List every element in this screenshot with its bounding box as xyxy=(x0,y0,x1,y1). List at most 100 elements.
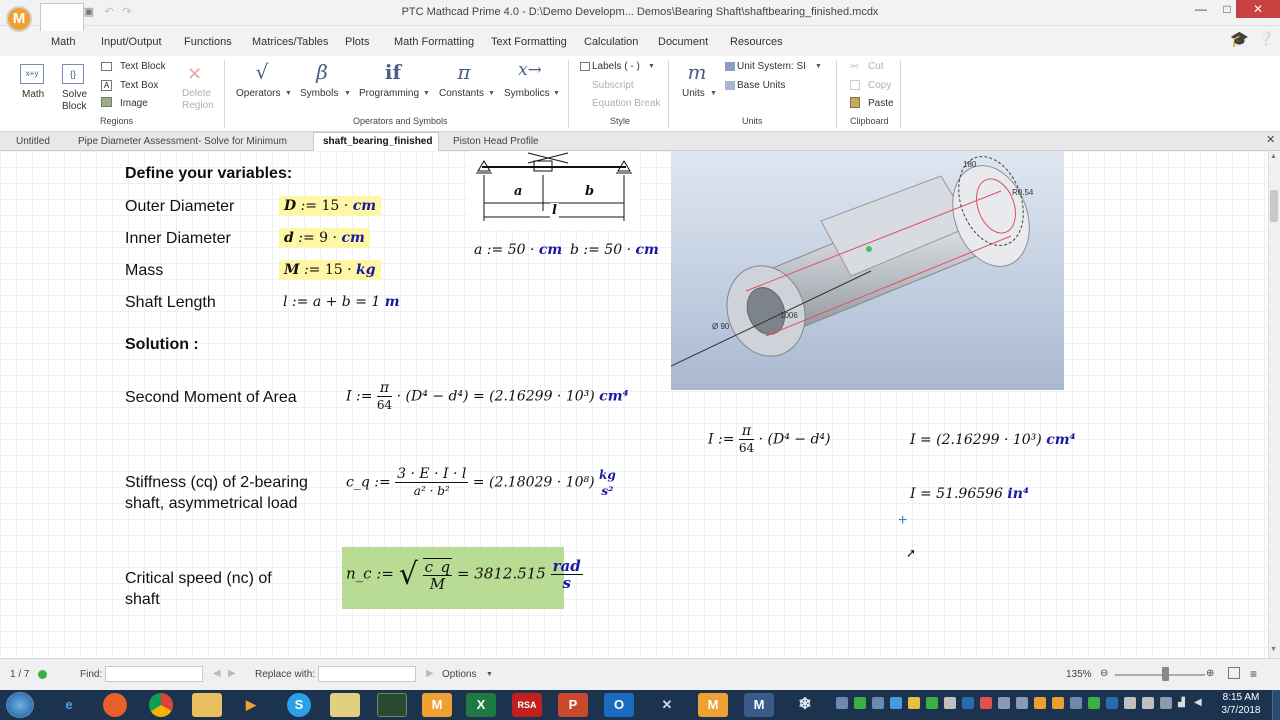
tab-calculation[interactable]: Calculation xyxy=(584,36,638,48)
unit-system-icon[interactable] xyxy=(725,62,735,71)
outlook-icon[interactable]: O xyxy=(604,693,634,717)
start-button[interactable] xyxy=(6,692,34,718)
math-button[interactable]: Math xyxy=(22,89,44,100)
tray-icon[interactable] xyxy=(854,697,866,709)
tray-icon[interactable] xyxy=(1088,697,1100,709)
zoom-in-icon[interactable]: ⊕ xyxy=(1206,668,1214,679)
media-player-icon[interactable]: ▶ xyxy=(236,693,266,717)
undo-icon[interactable]: ↶ xyxy=(102,5,116,19)
second-moment-math[interactable]: I := π 64 · (D⁴ − d⁴) = (2.16299 · 10³) c… xyxy=(346,380,629,413)
zoom-slider-track[interactable] xyxy=(1115,674,1205,676)
programming-button[interactable]: Programming xyxy=(359,88,419,99)
clock-date[interactable]: 3/7/2018 xyxy=(1217,705,1265,716)
help-icon[interactable]: ❔ xyxy=(1258,31,1274,47)
solve-block-button-label-2[interactable]: Block xyxy=(62,101,86,112)
units-dropdown-icon[interactable]: ▼ xyxy=(710,90,717,97)
stiffness-math[interactable]: c_q := 3 · E · I · l a² · b² = (2.18029 ·… xyxy=(346,466,616,499)
labels-icon[interactable] xyxy=(580,62,590,71)
options-button[interactable]: Options xyxy=(442,669,476,680)
symbolics-icon[interactable]: x→ xyxy=(514,60,546,80)
skype-icon[interactable]: S xyxy=(287,693,311,717)
text-box-icon[interactable]: A xyxy=(101,80,112,91)
terminal-icon[interactable] xyxy=(377,693,407,717)
critical-speed-math[interactable]: n_c := √ c_q M = 3812.515 rad s xyxy=(346,557,583,592)
tray-icon[interactable] xyxy=(998,697,1010,709)
constants-button[interactable]: Constants xyxy=(439,88,484,99)
mass-math[interactable]: M := 15 · kg xyxy=(279,260,381,280)
symbols-button[interactable]: Symbols xyxy=(300,88,338,99)
mathcad-logo-icon[interactable]: M xyxy=(6,6,32,32)
symbols-icon[interactable]: β xyxy=(310,60,334,84)
delete-region-label-2[interactable]: Region xyxy=(182,100,214,111)
tray-icon[interactable] xyxy=(1124,697,1136,709)
tools-icon[interactable]: ✕ xyxy=(652,693,682,717)
symbols-dropdown-icon[interactable]: ▼ xyxy=(344,90,351,97)
scrollbar-thumb[interactable] xyxy=(1270,190,1278,222)
operators-button[interactable]: Operators xyxy=(236,88,280,99)
page-view-icon[interactable] xyxy=(1228,667,1240,679)
tray-icon[interactable] xyxy=(1016,697,1028,709)
find-input[interactable] xyxy=(105,666,203,682)
subscript-button[interactable]: Subscript xyxy=(592,80,634,91)
inner-diameter-math[interactable]: d := 9 · cm xyxy=(279,228,370,248)
tray-icon[interactable] xyxy=(944,697,956,709)
programming-icon[interactable]: if xyxy=(380,60,406,84)
paste-button[interactable]: Paste xyxy=(868,98,894,109)
math-region-icon[interactable]: x+y xyxy=(20,64,44,84)
image-icon[interactable] xyxy=(101,97,112,107)
tray-icon[interactable] xyxy=(836,697,848,709)
replace-arrow-icon[interactable]: ▶ xyxy=(426,668,434,679)
tab-resources[interactable]: Resources xyxy=(730,36,783,48)
scroll-up-icon[interactable]: ▲ xyxy=(1270,153,1277,160)
constants-icon[interactable]: π xyxy=(452,60,476,84)
zoom-out-icon[interactable]: ⊖ xyxy=(1100,668,1108,679)
copy-icon[interactable] xyxy=(850,80,860,90)
tray-icon[interactable] xyxy=(1160,697,1172,709)
excel-icon[interactable]: X xyxy=(466,693,496,717)
find-next-icon[interactable]: ▶ xyxy=(228,668,236,679)
mathcad-taskbar-icon[interactable]: M xyxy=(422,693,452,717)
redo-icon[interactable]: ↷ xyxy=(120,5,134,19)
bluetooth-icon[interactable] xyxy=(1106,697,1118,709)
units-icon[interactable]: m xyxy=(686,60,708,84)
text-block-icon[interactable] xyxy=(101,62,112,71)
text-box-button[interactable]: Text Box xyxy=(120,80,158,91)
solve-block-icon[interactable]: {} xyxy=(62,64,84,84)
find-prev-icon[interactable]: ◀ xyxy=(213,668,221,679)
b-definition[interactable]: b := 50 · cm xyxy=(570,242,659,258)
operators-icon[interactable]: √ xyxy=(250,60,274,84)
programming-dropdown-icon[interactable]: ▼ xyxy=(423,90,430,97)
unit-system-dropdown[interactable]: Unit System: SI xyxy=(737,61,806,72)
show-desktop-button[interactable] xyxy=(1272,690,1280,720)
base-units-icon[interactable] xyxy=(725,81,735,90)
shaft-cad-image[interactable] xyxy=(670,151,1064,390)
network-icon[interactable]: ▟ xyxy=(1178,697,1185,708)
zoom-slider-thumb[interactable] xyxy=(1162,667,1169,681)
tray-icon[interactable] xyxy=(1070,697,1082,709)
tab-plots[interactable]: Plots xyxy=(345,36,369,48)
file-explorer-icon[interactable] xyxy=(192,693,222,717)
tab-input-output[interactable]: Input/Output xyxy=(101,36,162,48)
image-button[interactable]: Image xyxy=(120,98,148,109)
cut-button[interactable]: Cut xyxy=(868,61,884,72)
labels-dropdown-arrow-icon[interactable]: ▼ xyxy=(648,63,655,70)
tray-icon[interactable] xyxy=(980,697,992,709)
doc-tab-pipe-diameter[interactable]: Pipe Diameter Assessment- Solve for Mini… xyxy=(78,136,287,147)
close-document-icon[interactable]: ✕ xyxy=(1266,133,1275,146)
delete-region-label-1[interactable]: Delete xyxy=(182,88,211,99)
tray-icon[interactable] xyxy=(1142,697,1154,709)
units-button[interactable]: Units xyxy=(682,88,705,99)
tab-math-formatting[interactable]: Math Formatting xyxy=(394,36,474,48)
paste-icon[interactable] xyxy=(850,97,860,108)
text-block-button[interactable]: Text Block xyxy=(120,61,166,72)
I-definition-right[interactable]: I := π 64 · (D⁴ − d⁴) xyxy=(708,423,831,456)
symbolics-button[interactable]: Symbolics xyxy=(504,88,550,99)
save-icon[interactable]: ▣ xyxy=(82,5,96,19)
delete-region-icon[interactable]: ✕ xyxy=(187,64,202,85)
clock-time[interactable]: 8:15 AM xyxy=(1219,692,1263,703)
copy-button[interactable]: Copy xyxy=(868,80,891,91)
base-units-button[interactable]: Base Units xyxy=(737,80,785,91)
tray-icon[interactable] xyxy=(872,697,884,709)
operators-dropdown-icon[interactable]: ▼ xyxy=(285,90,292,97)
I-result-cm4[interactable]: I = (2.16299 · 10³) cm⁴ xyxy=(910,432,1076,448)
